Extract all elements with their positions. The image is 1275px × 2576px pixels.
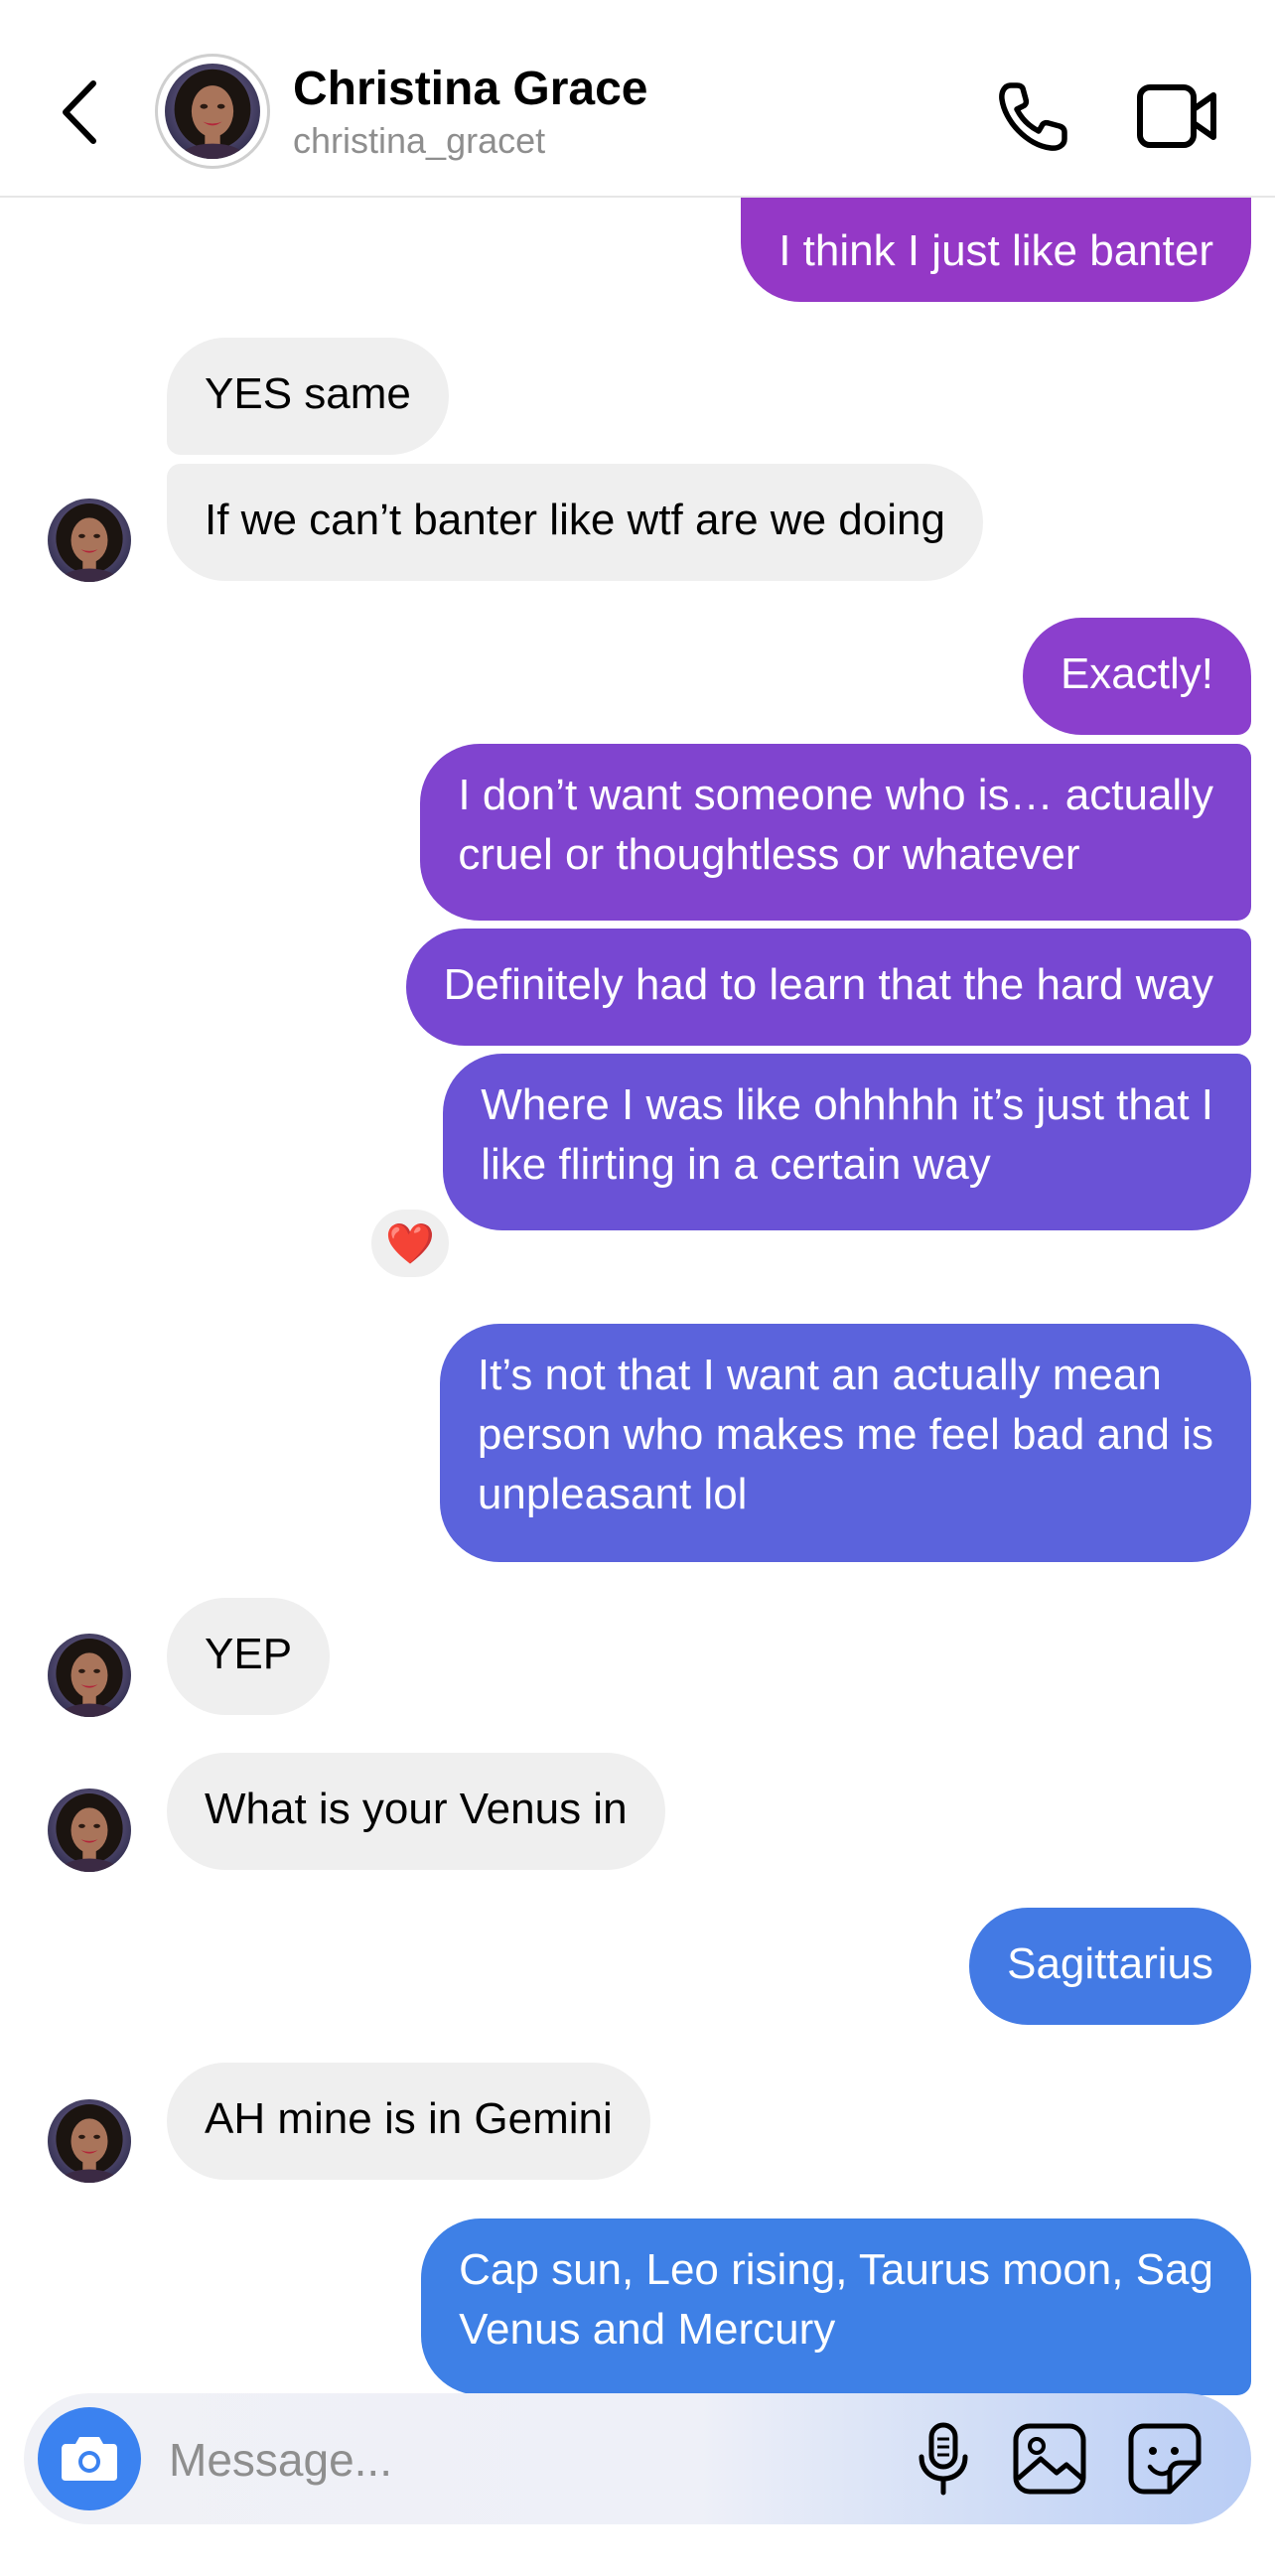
message-line: Where I was like ohhhhh it’s just that I: [481, 1080, 1213, 1129]
message-line: cruel or thoughtless or whatever: [458, 830, 1080, 879]
incoming-message[interactable]: YES same: [167, 338, 449, 455]
heart-reaction[interactable]: ❤️: [367, 1206, 453, 1281]
message-line: unpleasant lol: [477, 1470, 748, 1518]
message-input[interactable]: [167, 2423, 866, 2497]
outgoing-message[interactable]: Sagittarius: [969, 1908, 1251, 2025]
microphone-icon: [919, 2422, 968, 2496]
outgoing-message[interactable]: It’s not that I want an actually mean pe…: [439, 1324, 1251, 1562]
avatar[interactable]: [48, 1634, 131, 1717]
back-button[interactable]: [56, 77, 105, 147]
contact-handle: christina_gracet: [293, 120, 546, 161]
outgoing-message[interactable]: Exactly!: [1022, 618, 1251, 735]
message-line: It’s not that I want an actually mean: [477, 1351, 1162, 1399]
phone-icon: [999, 82, 1067, 151]
sticker-button[interactable]: [1126, 2421, 1204, 2497]
avatar[interactable]: [48, 2099, 131, 2183]
camera-button[interactable]: [38, 2407, 141, 2510]
incoming-message[interactable]: What is your Venus in: [167, 1753, 665, 1870]
contact-avatar[interactable]: [155, 54, 270, 169]
message-composer: [24, 2393, 1251, 2524]
avatar: [165, 64, 260, 159]
heart-icon: ❤️: [385, 1221, 435, 1266]
outgoing-message[interactable]: Cap sun, Leo rising, Taurus moon, Sag Ve…: [421, 2218, 1251, 2395]
contact-title[interactable]: Christina Grace christina_gracet: [293, 62, 647, 163]
image-gallery-icon: [1013, 2423, 1086, 2495]
video-call-button[interactable]: [1136, 81, 1219, 151]
outgoing-message[interactable]: I think I just like banter: [741, 195, 1251, 302]
contact-name: Christina Grace: [293, 63, 648, 115]
message-line: Cap sun, Leo rising, Taurus moon, Sag: [459, 2245, 1213, 2294]
message-line: person who makes me feel bad and is: [477, 1410, 1213, 1459]
avatar[interactable]: [48, 1789, 131, 1872]
outgoing-message[interactable]: Where I was like ohhhhh it’s just that I…: [443, 1054, 1251, 1230]
incoming-message[interactable]: YEP: [167, 1598, 331, 1715]
chat-header: Christina Grace christina_gracet: [0, 0, 1275, 198]
camera-icon: [62, 2437, 117, 2481]
voice-message-button[interactable]: [906, 2421, 981, 2497]
incoming-message[interactable]: AH mine is in Gemini: [167, 2063, 650, 2180]
outgoing-message[interactable]: I don’t want someone who is… actually cr…: [420, 744, 1251, 921]
avatar[interactable]: [48, 499, 131, 582]
sticker-icon: [1128, 2423, 1202, 2495]
chevron-left-icon: [63, 80, 96, 144]
audio-call-button[interactable]: [993, 77, 1072, 157]
video-camera-icon: [1137, 84, 1216, 148]
outgoing-message[interactable]: Definitely had to learn that the hard wa…: [405, 929, 1251, 1046]
message-line: like flirting in a certain way: [481, 1140, 991, 1189]
incoming-message[interactable]: If we can’t banter like wtf are we doing: [167, 464, 983, 581]
message-line: I don’t want someone who is… actually: [458, 771, 1213, 819]
message-line: Venus and Mercury: [459, 2305, 836, 2354]
gallery-button[interactable]: [1011, 2421, 1088, 2497]
